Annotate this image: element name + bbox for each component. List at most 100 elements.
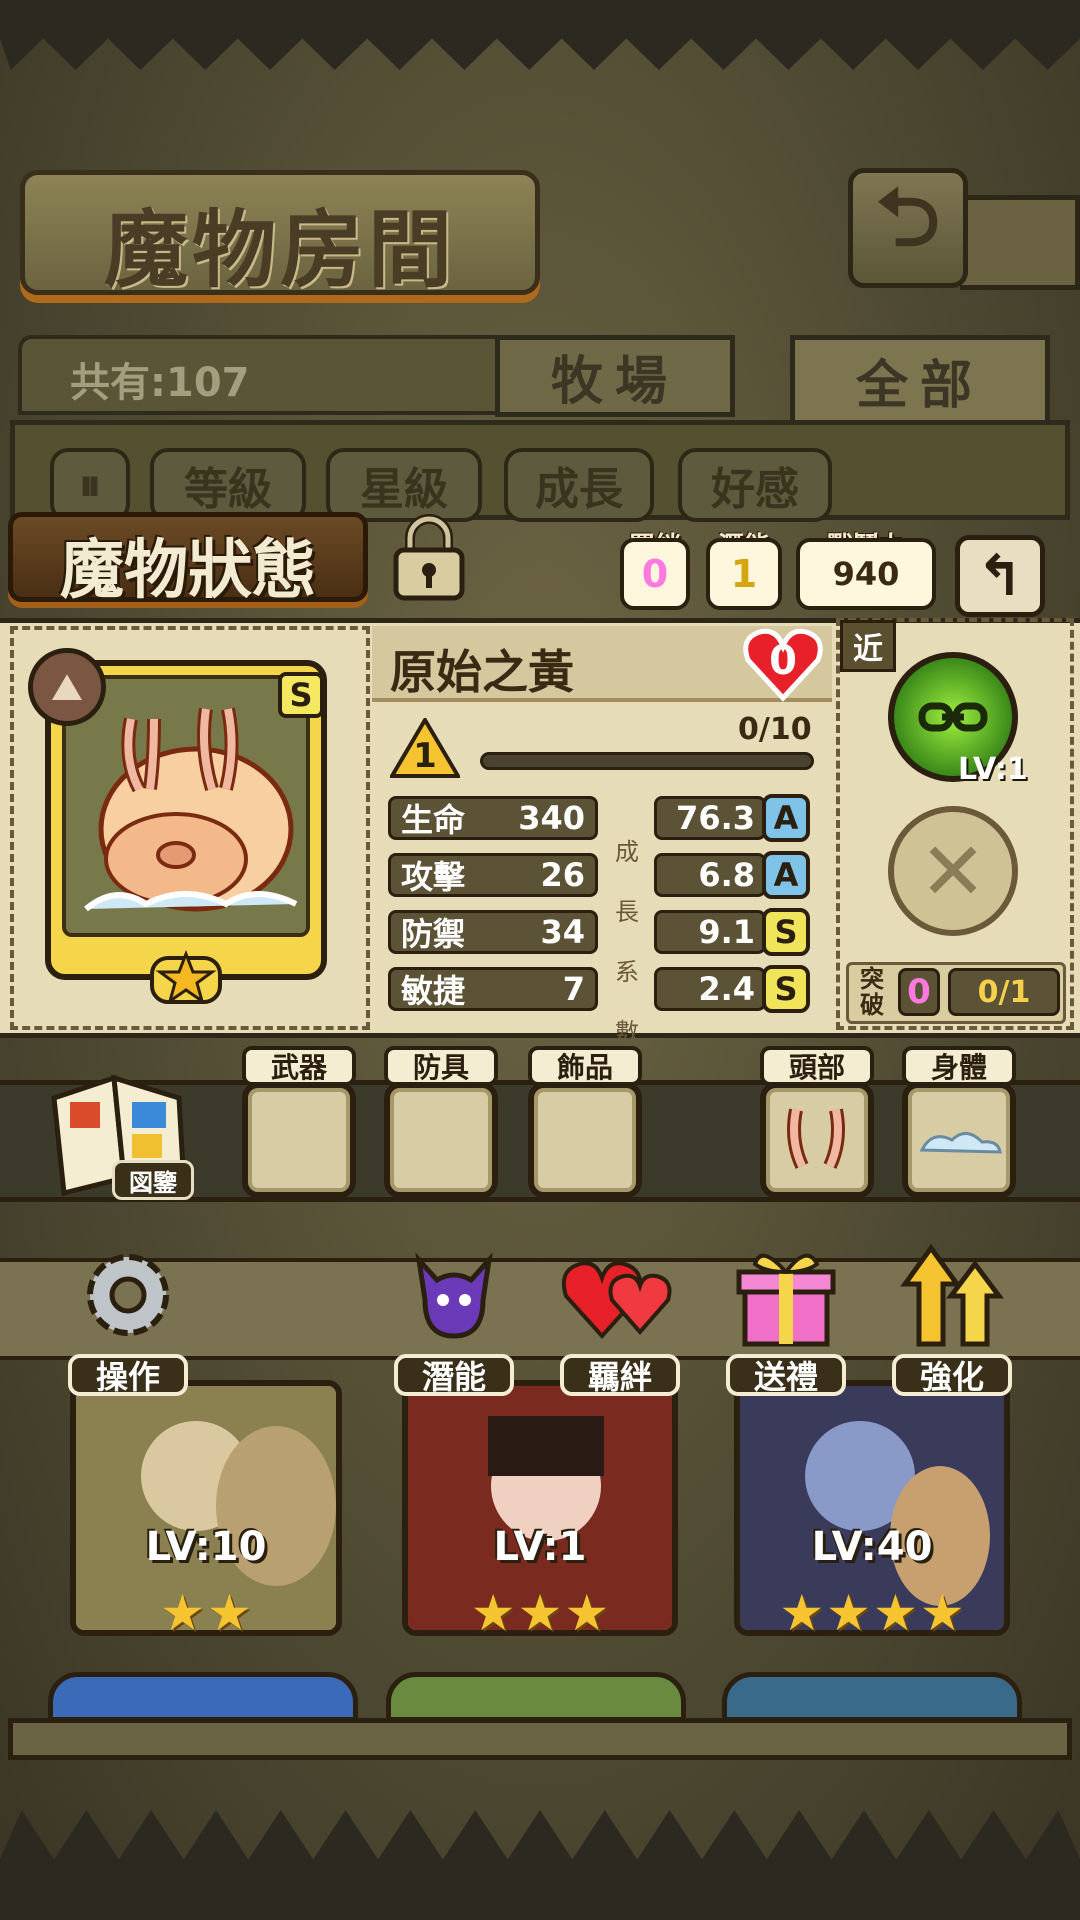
- monster-list-card-5[interactable]: [386, 1672, 686, 1722]
- operate-button[interactable]: 操作: [64, 1236, 192, 1396]
- jelly-monster-image: [66, 679, 306, 933]
- growth-grade-badge: S: [762, 965, 810, 1013]
- star-icon: ★: [826, 1584, 871, 1642]
- star-rating: ★ ★ ★: [402, 1584, 678, 1642]
- filter-level[interactable]: 等級: [150, 448, 306, 522]
- return-arrow-icon: ↰: [976, 543, 1024, 609]
- level-badge: 1: [388, 716, 462, 780]
- growth-value: 9.1: [654, 910, 766, 954]
- bond-button[interactable]: 羈絆: [556, 1236, 684, 1396]
- affection-value: 0: [769, 638, 797, 684]
- star-icon: ★: [779, 1584, 825, 1642]
- star-icon: ★: [160, 1584, 205, 1642]
- growth-grade-badge: S: [762, 908, 810, 956]
- monster-list-card-6[interactable]: [722, 1672, 1022, 1722]
- equip-slot-weapon[interactable]: [242, 1082, 356, 1198]
- breakthrough-count: 0/1: [948, 968, 1060, 1016]
- tab-farm[interactable]: 牧場: [495, 335, 735, 417]
- filter-growth[interactable]: 成長: [504, 448, 654, 522]
- header-bar-end: [960, 195, 1080, 290]
- monster-list-level: LV:1: [493, 1524, 587, 1570]
- stat-label: 敏捷: [401, 972, 466, 1010]
- stat-label: 攻擊: [401, 858, 466, 896]
- star-icon: ★: [517, 1584, 563, 1642]
- star-icon: ★: [919, 1584, 965, 1642]
- cloud-part-icon: [919, 1132, 1002, 1154]
- bond-action-label: 羈絆: [560, 1354, 680, 1396]
- stat-value: 26: [540, 856, 585, 894]
- skill-slot-2-empty[interactable]: ✕: [888, 806, 1018, 936]
- gift-button[interactable]: 送禮: [722, 1236, 850, 1396]
- return-arrow-icon: ⮌: [875, 171, 941, 264]
- growth-label-char: 成: [615, 838, 639, 866]
- stat-value: 340: [518, 799, 585, 837]
- close-icon: ✕: [919, 824, 987, 918]
- power-value: 940: [796, 538, 936, 610]
- star-icon: ★: [207, 1584, 252, 1642]
- star-icon: ★: [873, 1584, 918, 1642]
- monster-list-card-4[interactable]: [48, 1672, 358, 1722]
- range-tag: 近: [840, 620, 896, 672]
- stat-value: 7: [562, 970, 585, 1008]
- stat-value: 34: [540, 913, 585, 951]
- lock-icon[interactable]: [388, 512, 470, 602]
- equip-slot-accessory[interactable]: [528, 1082, 642, 1198]
- upgrade-button[interactable]: 強化: [888, 1236, 1016, 1396]
- potential-action-label: 潛能: [394, 1354, 514, 1396]
- bottom-border: [0, 1810, 1080, 1920]
- tab-all[interactable]: 全部: [790, 335, 1050, 425]
- sort-toggle-button[interactable]: ⏸: [50, 448, 130, 522]
- xp-bar: [480, 752, 814, 770]
- hearts-icon: [556, 1236, 684, 1354]
- sort-icon: ⏸: [79, 459, 101, 511]
- affection-heart-icon: 0: [740, 624, 826, 704]
- star-rating-badge: [150, 949, 222, 1004]
- tentacle-part-icon: [787, 1108, 845, 1169]
- equip-slot-body[interactable]: [902, 1082, 1016, 1198]
- bond-value: 0: [620, 538, 690, 610]
- filter-affection[interactable]: 好感: [678, 448, 832, 522]
- list-bottom-frame: [8, 1718, 1072, 1760]
- skill-level: LV:1: [958, 752, 1028, 787]
- stat-label: 生命: [401, 801, 466, 839]
- growth-label-char: 系: [615, 958, 639, 986]
- slot-label-head: 頭部: [760, 1046, 874, 1086]
- equip-slot-head[interactable]: [760, 1082, 874, 1198]
- monster-portrait: [62, 675, 310, 937]
- monster-list-level: LV:10: [145, 1524, 267, 1570]
- growth-label-char: 長: [615, 898, 639, 926]
- upgrade-arrows-icon: [888, 1236, 1016, 1354]
- star-icon: ★: [564, 1584, 610, 1642]
- equip-slot-armor[interactable]: [384, 1082, 498, 1198]
- level-value: 1: [413, 736, 437, 776]
- potential-value: 1: [706, 538, 782, 610]
- rank-badge: S: [278, 672, 324, 718]
- growth-coefficient-label: 成 長 系 數: [614, 822, 640, 1062]
- growth-grade-badge: A: [762, 851, 810, 899]
- demon-icon: [390, 1236, 518, 1354]
- xp-text: 0/10: [738, 712, 812, 747]
- back-button[interactable]: ⮌: [848, 168, 968, 288]
- potential-button[interactable]: 潛能: [390, 1236, 518, 1396]
- operate-label: 操作: [68, 1354, 188, 1396]
- gift-icon: [722, 1236, 850, 1354]
- slot-label-weapon: 武器: [242, 1046, 356, 1086]
- star-icon: ★: [470, 1584, 516, 1642]
- growth-value: 6.8: [654, 853, 766, 897]
- breakthrough-value: 0: [898, 968, 940, 1016]
- slot-label-body: 身體: [902, 1046, 1016, 1086]
- slot-label-armor: 防具: [384, 1046, 498, 1086]
- title-plate: 魔物房間: [20, 170, 540, 299]
- collection-count: 共有:107: [70, 360, 250, 406]
- breakthrough-label: 突破: [860, 965, 884, 1019]
- stat-row: 攻擊 26: [388, 853, 598, 897]
- gift-label: 送禮: [726, 1354, 846, 1396]
- encyclopedia-label[interactable]: 図鑒: [112, 1160, 194, 1200]
- status-title: 魔物狀態: [60, 534, 316, 608]
- stat-row: 敏捷 7: [388, 967, 598, 1011]
- monster-name: 原始之黃: [390, 645, 574, 699]
- monster-list-level: LV:40: [811, 1524, 933, 1570]
- filter-star[interactable]: 星級: [326, 448, 482, 522]
- stat-row: 生命 340: [388, 796, 598, 840]
- close-status-button[interactable]: ↰: [955, 535, 1045, 617]
